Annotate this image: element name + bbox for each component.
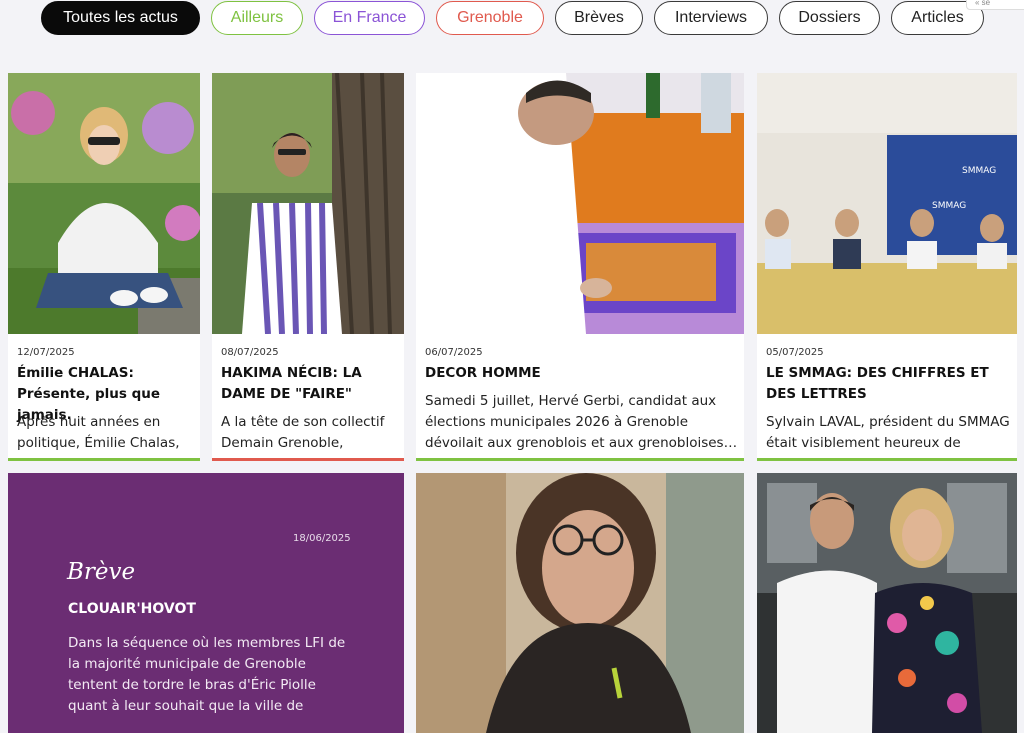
article-date: 08/07/2025 [221, 347, 279, 358]
breve-title[interactable]: CLOUAIR'HOVOT [68, 601, 196, 617]
breve-label: Brève [67, 559, 136, 585]
article-excerpt: Après huit années en politique, Émilie C… [17, 414, 180, 451]
article-photo[interactable] [757, 473, 1017, 733]
category-underline [212, 458, 404, 461]
article-date: 06/07/2025 [425, 347, 483, 358]
breve-date: 18/06/2025 [293, 533, 351, 544]
filter-dossiers[interactable]: Dossiers [779, 1, 880, 35]
article-photo: SMMAG SMMAG [757, 73, 1017, 334]
article-date: 05/07/2025 [766, 347, 824, 358]
category-underline [8, 458, 200, 461]
article-excerpt: A la tête de son collectif Demain Grenob… [221, 414, 385, 451]
svg-text:SMMAG: SMMAG [962, 166, 996, 176]
article-title[interactable]: HAKIMA NÉCIB: LA DAME DE "FAIRE" [221, 363, 398, 405]
search-tab[interactable]: « se [966, 0, 1024, 10]
svg-text:SMMAG: SMMAG [932, 201, 966, 211]
category-underline [416, 458, 744, 461]
article-photo [8, 73, 200, 334]
article-title[interactable]: DECOR HOMME [425, 363, 738, 384]
filter-all-news[interactable]: Toutes les actus [41, 1, 200, 35]
article-photo[interactable] [416, 473, 744, 733]
category-underline [757, 458, 1017, 461]
article-date: 12/07/2025 [17, 347, 75, 358]
breve-text: Dans la séquence où les membres LFI de l… [68, 635, 346, 714]
article-card[interactable]: 08/07/2025 HAKIMA NÉCIB: LA DAME DE "FAI… [212, 73, 404, 461]
article-title[interactable]: LE SMMAG: DES CHIFFRES ET DES LETTRES [766, 363, 1011, 405]
filter-ailleurs[interactable]: Ailleurs [211, 1, 303, 35]
article-photo [416, 73, 744, 334]
breve-card[interactable]: 18/06/2025 Brève CLOUAIR'HOVOT Dans la s… [8, 473, 404, 733]
article-card[interactable]: 06/07/2025 DECOR HOMME Samedi 5 juillet,… [416, 73, 744, 461]
category-filter-bar: Toutes les actus Ailleurs En France Gren… [0, 0, 1024, 40]
article-card[interactable]: 12/07/2025 Émilie CHALAS: Présente, plus… [8, 73, 200, 461]
filter-breves[interactable]: Brèves [555, 1, 643, 35]
article-excerpt: Samedi 5 juillet, Hervé Gerbi, candidat … [425, 393, 738, 451]
filter-en-france[interactable]: En France [314, 1, 425, 35]
article-excerpt: Sylvain LAVAL, président du SMMAG était … [766, 414, 1010, 451]
filter-grenoble[interactable]: Grenoble [436, 1, 544, 35]
article-photo [212, 73, 404, 334]
filter-interviews[interactable]: Interviews [654, 1, 768, 35]
article-card[interactable]: SMMAG SMMAG 05/07/2025 LE SMMAG: DES CHI… [757, 73, 1017, 461]
